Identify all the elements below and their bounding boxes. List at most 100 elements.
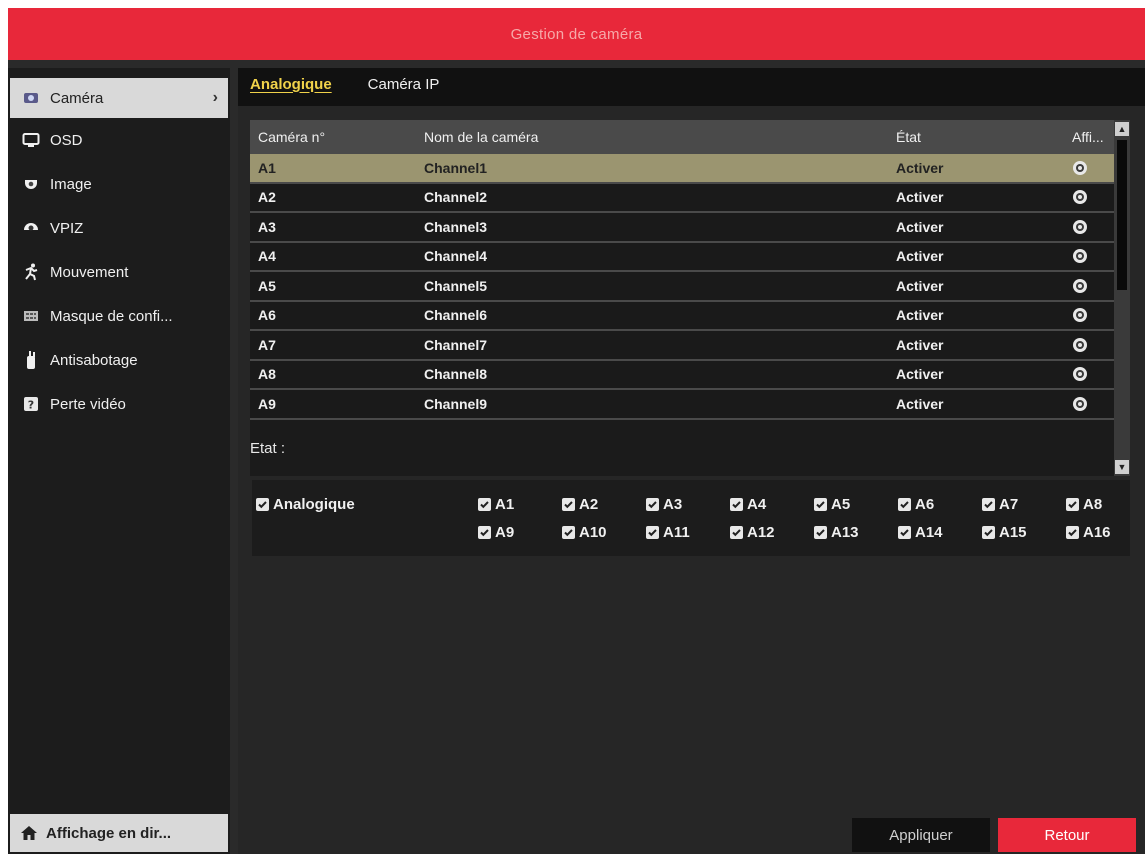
table-row[interactable]: A7 Channel7 Activer — [250, 331, 1130, 361]
table-row[interactable]: A4 Channel4 Activer — [250, 242, 1130, 272]
checkbox-checked-icon — [898, 498, 911, 511]
table-header: Caméra n° Nom de la caméra État Affi... — [250, 120, 1130, 154]
preview-icon[interactable] — [1066, 337, 1110, 353]
table-row[interactable]: A1 Channel1 Activer — [250, 154, 1130, 184]
table-row[interactable]: A2 Channel2 Activer — [250, 183, 1130, 213]
sidebar-item-osd[interactable]: OSD — [10, 120, 228, 160]
preview-icon[interactable] — [1066, 219, 1110, 235]
preview-icon[interactable] — [1066, 307, 1110, 323]
scroll-down-icon[interactable]: ▼ — [1115, 460, 1129, 474]
tab-bar: Analogique Caméra IP — [238, 68, 1145, 106]
svg-text:?: ? — [28, 399, 34, 412]
main-panel: Analogique Caméra IP Caméra n° Nom de la… — [238, 68, 1145, 854]
checkbox-channel[interactable]: A9 — [478, 524, 514, 541]
checkbox-channel[interactable]: A14 — [898, 524, 943, 541]
checkbox-label: A10 — [579, 524, 607, 541]
camera-number-cell: A3 — [258, 218, 276, 235]
sidebar-item-label: Perte vidéo — [50, 395, 126, 413]
checkbox-channel[interactable]: A2 — [562, 496, 598, 513]
checkbox-checked-icon — [562, 498, 575, 511]
checkbox-channel[interactable]: A10 — [562, 524, 607, 541]
checkbox-channel[interactable]: A1 — [478, 496, 514, 513]
camera-name-cell: Channel1 — [424, 159, 488, 176]
live-view-label: Affichage en dir... — [46, 824, 172, 842]
camera-name-cell: Channel2 — [424, 189, 488, 206]
preview-icon[interactable] — [1066, 160, 1110, 176]
checkbox-channel[interactable]: A15 — [982, 524, 1027, 541]
checkbox-label: A16 — [1083, 524, 1111, 541]
checkbox-channel[interactable]: A13 — [814, 524, 859, 541]
sidebar-item-vpiz[interactable]: VPIZ — [10, 208, 228, 248]
scroll-up-icon[interactable]: ▲ — [1115, 122, 1129, 136]
camera-name-cell: Channel3 — [424, 218, 488, 235]
sidebar-item-image[interactable]: Image — [10, 164, 228, 204]
sidebar-item-camera[interactable]: Caméra › — [10, 78, 228, 118]
sidebar-item-label: Caméra — [50, 89, 104, 107]
live-view-button[interactable]: Affichage en dir... — [10, 814, 228, 852]
camera-state-cell: Activer — [896, 336, 944, 353]
tab-analog[interactable]: Analogique — [238, 68, 344, 106]
camera-state-cell: Activer — [896, 395, 944, 412]
checkbox-checked-icon — [256, 498, 269, 511]
tamper-icon — [20, 349, 42, 371]
status-panel: Analogique A1 A2 A3 A4 A5 A6 A7 A8 A9 A10 A11 A12 A1… — [252, 480, 1130, 556]
back-button[interactable]: Retour — [998, 818, 1136, 852]
checkbox-channel[interactable]: A16 — [1066, 524, 1111, 541]
header-state[interactable]: État — [886, 129, 1066, 145]
checkbox-channel[interactable]: A7 — [982, 496, 1018, 513]
sidebar-item-label: Image — [50, 175, 92, 193]
sidebar-item-tamper[interactable]: Antisabotage — [10, 340, 228, 380]
camera-state-cell: Activer — [896, 218, 944, 235]
preview-icon[interactable] — [1066, 396, 1110, 412]
vertical-scrollbar[interactable]: ▲ ▼ — [1114, 120, 1130, 476]
checkbox-channel[interactable]: A12 — [730, 524, 775, 541]
table-row[interactable]: A9 Channel9 Activer — [250, 390, 1130, 420]
checkbox-channel[interactable]: A4 — [730, 496, 766, 513]
tab-ip-camera[interactable]: Caméra IP — [356, 68, 452, 106]
checkbox-checked-icon — [730, 498, 743, 511]
sidebar-item-label: VPIZ — [50, 219, 84, 237]
table-row[interactable]: A8 Channel8 Activer — [250, 360, 1130, 390]
header-display[interactable]: Affi... — [1066, 129, 1110, 145]
header-camera-number[interactable]: Caméra n° — [250, 129, 416, 145]
checkbox-channel[interactable]: A3 — [646, 496, 682, 513]
checkbox-label: A7 — [999, 496, 1019, 513]
checkbox-label: A5 — [831, 496, 851, 513]
camera-table: Caméra n° Nom de la caméra État Affi... … — [250, 120, 1130, 476]
table-body: A1 Channel1 Activer A2 Channel2 Activer A3 Chan… — [250, 154, 1130, 420]
camera-number-cell: A6 — [258, 307, 276, 324]
checkbox-checked-icon — [646, 526, 659, 539]
camera-name-cell: Channel6 — [424, 307, 488, 324]
checkbox-channel[interactable]: A5 — [814, 496, 850, 513]
sidebar-item-motion[interactable]: Mouvement — [10, 252, 228, 292]
checkbox-checked-icon — [730, 526, 743, 539]
checkbox-label: A2 — [579, 496, 599, 513]
camera-number-cell: A9 — [258, 395, 276, 412]
camera-state-cell: Activer — [896, 307, 944, 324]
checkbox-channel[interactable]: A8 — [1066, 496, 1102, 513]
camera-dome-icon — [20, 173, 42, 195]
scroll-thumb[interactable] — [1117, 140, 1127, 290]
checkbox-checked-icon — [1066, 498, 1079, 511]
checkbox-label: A3 — [663, 496, 683, 513]
checkbox-channel[interactable]: A6 — [898, 496, 934, 513]
table-row[interactable]: A6 Channel6 Activer — [250, 301, 1130, 331]
sidebar-item-label: Antisabotage — [50, 351, 138, 369]
apply-button[interactable]: Appliquer — [852, 818, 990, 852]
header-camera-name[interactable]: Nom de la caméra — [416, 129, 886, 145]
camera-management-window: Gestion de caméra Caméra › OSD Image VPI… — [8, 8, 1145, 854]
checkbox-checked-icon — [562, 526, 575, 539]
preview-icon[interactable] — [1066, 189, 1110, 205]
preview-icon[interactable] — [1066, 366, 1110, 382]
table-row[interactable]: A5 Channel5 Activer — [250, 272, 1130, 302]
sidebar-item-privacy-mask[interactable]: Masque de confi... — [10, 296, 228, 336]
checkbox-channel[interactable]: A11 — [646, 524, 690, 541]
checkbox-analog-all[interactable]: Analogique — [256, 496, 355, 513]
preview-icon[interactable] — [1066, 248, 1110, 264]
sidebar-item-label: OSD — [50, 131, 83, 149]
preview-icon[interactable] — [1066, 278, 1110, 294]
sidebar-item-video-loss[interactable]: ? Perte vidéo — [10, 384, 228, 424]
table-row[interactable]: A3 Channel3 Activer — [250, 213, 1130, 243]
home-icon — [20, 825, 38, 841]
checkbox-label: A4 — [747, 496, 767, 513]
